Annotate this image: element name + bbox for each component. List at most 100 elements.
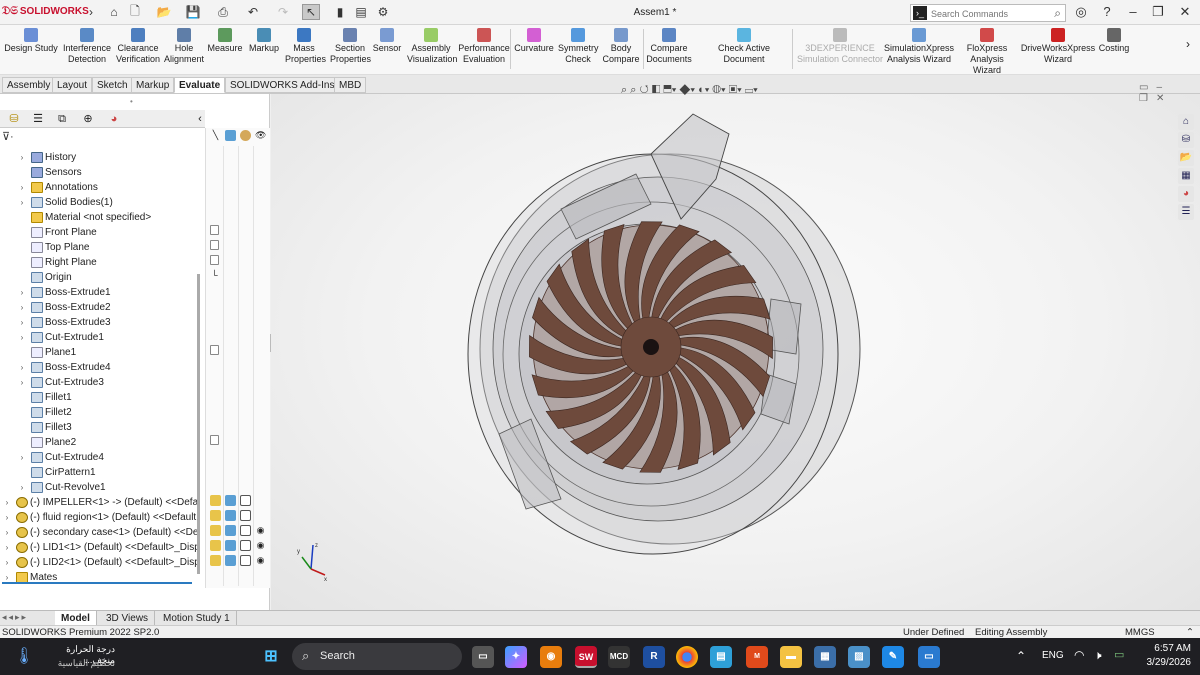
appearance-icon[interactable] <box>225 525 236 536</box>
expand-chevron-icon[interactable]: › <box>3 495 11 510</box>
ribbon-more-chevron-icon[interactable]: › <box>1186 37 1190 51</box>
tree-item[interactable]: Sensors <box>0 165 200 180</box>
ribbon-button-sensor[interactable]: Sensor <box>372 27 402 73</box>
input-language[interactable]: ENG <box>1042 650 1064 661</box>
expand-chevron-icon[interactable]: › <box>18 180 26 195</box>
tab-solidworks-add-ins[interactable]: SOLIDWORKS Add-Ins <box>225 77 340 93</box>
custom-properties-icon[interactable]: ☰ <box>1178 204 1194 220</box>
tree-item[interactable]: Origin <box>0 270 200 285</box>
expand-chevron-icon[interactable]: › <box>18 330 26 345</box>
mcd-app-icon[interactable]: MCD <box>608 646 630 668</box>
tree-item[interactable]: › Cut-Extrude1 <box>0 330 200 345</box>
tree-item[interactable]: Right Plane <box>0 255 200 270</box>
solidworks-logo[interactable]: 𝔇𝔖 SOLIDWORKS <box>2 5 89 18</box>
tree-item[interactable]: Front Plane <box>0 225 200 240</box>
component-state-icon[interactable] <box>210 555 221 566</box>
tree-item[interactable]: Material <not specified> <box>0 210 200 225</box>
tree-item[interactable]: Top Plane <box>0 240 200 255</box>
tree-item[interactable]: › Cut-Revolve1 <box>0 480 200 495</box>
section-view-icon[interactable]: ◧ <box>652 84 660 96</box>
chrome-icon[interactable] <box>676 646 698 668</box>
close-icon[interactable]: ✕ <box>1174 3 1196 21</box>
file-properties-icon[interactable]: ▤ <box>352 4 370 20</box>
bottom-tab-motion-study-1[interactable]: Motion Study 1 <box>157 611 237 626</box>
tab-mbd[interactable]: MBD <box>334 77 367 93</box>
options-gear-icon[interactable]: ⚙ <box>374 4 392 20</box>
expand-chevron-icon[interactable]: › <box>18 480 26 495</box>
ribbon-button-measure[interactable]: Measure <box>207 27 243 73</box>
property-manager-tab-icon[interactable]: ☰ <box>28 111 48 127</box>
tree-item[interactable]: › Boss-Extrude4 <box>0 360 200 375</box>
restore-icon[interactable]: ❐ <box>1147 3 1169 21</box>
tab-evaluate[interactable]: Evaluate <box>174 77 226 93</box>
rollback-bar[interactable] <box>2 582 192 584</box>
tree-item[interactable]: › (-) fluid region<1> (Default) <<Default <box>0 510 200 525</box>
notepad-icon[interactable]: ▤ <box>710 646 732 668</box>
view-palette-icon[interactable]: ▦ <box>1178 168 1194 184</box>
expand-chevron-icon[interactable]: › <box>3 525 11 540</box>
clock-date[interactable]: 3/29/2026 <box>1135 657 1192 668</box>
tree-item[interactable]: › (-) LID2<1> (Default) <<Default>_Disp <box>0 555 200 570</box>
ribbon-button-floxpress-analysis-wizard[interactable]: FloXpress Analysis Wizard <box>955 27 1019 75</box>
tree-item[interactable]: › Solid Bodies(1) <box>0 195 200 210</box>
ribbon-button-performance-evaluation[interactable]: Performance Evaluation <box>458 27 510 73</box>
apply-scene-icon[interactable]: ▣▾ <box>729 84 742 96</box>
ribbon-button-section-properties[interactable]: Section Properties <box>330 27 371 73</box>
eye-icon[interactable]: ◉ <box>255 540 266 551</box>
help-icon[interactable]: ? <box>1096 3 1118 21</box>
expand-chevron-icon[interactable]: › <box>18 375 26 390</box>
view-orientation-icon[interactable]: ⬒▾ <box>663 84 676 96</box>
filter-icon[interactable]: ⊽· <box>2 130 14 143</box>
solidworks-taskbar-icon[interactable]: SW <box>575 646 597 668</box>
file-explorer-icon[interactable]: 📂 <box>1178 150 1194 166</box>
display-mode-icon[interactable] <box>240 555 251 566</box>
zoom-area-icon[interactable]: ⌕ <box>630 84 636 96</box>
expand-chevron-icon[interactable]: › <box>18 315 26 330</box>
graphics-area[interactable]: ⌕ ⌕ ↺ ◧ ⬒▾ ◆▾ ◐▾ ◍▾ ▣▾ ▭▾ ▭–❐✕ ⌂ ⛁ 📂 ▦ ◕… <box>271 82 1200 610</box>
ribbon-button-clearance-verification[interactable]: Clearance Verification <box>116 27 160 73</box>
solidworks-resources-icon[interactable]: ⌂ <box>1178 114 1194 130</box>
expand-chevron-icon[interactable]: › <box>18 450 26 465</box>
expand-chevron-icon[interactable]: › <box>18 150 26 165</box>
tab-layout[interactable]: Layout <box>52 77 93 93</box>
component-state-icon[interactable] <box>210 525 221 536</box>
tree-item[interactable]: › Cut-Extrude3 <box>0 375 200 390</box>
plane-visibility-icon[interactable] <box>210 345 219 355</box>
appearances-scenes-icon[interactable]: ◕ <box>1178 186 1194 202</box>
speaker-icon[interactable]: 🕨 <box>1094 648 1102 663</box>
task-view-icon[interactable]: ▭ <box>472 646 494 668</box>
display-manager-tab-icon[interactable]: ◕ <box>104 111 124 127</box>
file-explorer-taskbar-icon[interactable]: ▬ <box>780 646 802 668</box>
expand-chevron-icon[interactable]: › <box>18 360 26 375</box>
wifi-icon[interactable]: ◠ <box>1074 648 1084 662</box>
ribbon-button-simulationxpress-analysis-wizard[interactable]: SimulationXpress Analysis Wizard <box>884 27 954 73</box>
ribbon-button-symmetry-check[interactable]: Symmetry Check <box>558 27 599 73</box>
tree-scrollbar[interactable] <box>197 274 200 574</box>
previous-view-icon[interactable]: ↺ <box>639 84 648 96</box>
expand-chevron-icon[interactable]: › <box>18 195 26 210</box>
tree-item[interactable]: › Annotations <box>0 180 200 195</box>
appearance-icon[interactable] <box>225 495 236 506</box>
ribbon-button-assembly-visualization[interactable]: Assembly Visualization <box>407 27 457 73</box>
print-icon[interactable]: ⎙ <box>214 4 232 20</box>
component-state-icon[interactable] <box>210 540 221 551</box>
expand-chevron-icon[interactable]: › <box>3 555 11 570</box>
copilot-icon[interactable]: ✦ <box>505 646 527 668</box>
tree-item[interactable]: › Cut-Extrude4 <box>0 450 200 465</box>
assembly-3d-model[interactable] <box>411 104 931 564</box>
display-mode-icon[interactable] <box>240 510 251 521</box>
eye-icon[interactable]: ◉ <box>255 555 266 566</box>
home-icon[interactable]: ⌂ <box>105 4 123 20</box>
tree-item[interactable]: Plane1 <box>0 345 200 360</box>
appearance-icon[interactable] <box>225 555 236 566</box>
matlab-icon[interactable]: M <box>746 646 768 668</box>
ribbon-button-body-compare[interactable]: Body Compare <box>602 27 640 73</box>
ribbon-button-compare-documents[interactable]: Compare Documents <box>646 27 692 73</box>
ribbon-button-markup[interactable]: Markup <box>246 27 282 73</box>
photos-icon[interactable]: ▨ <box>848 646 870 668</box>
plane-visibility-icon[interactable] <box>210 435 219 445</box>
plane-visibility-icon[interactable] <box>210 240 219 250</box>
tree-item[interactable]: › (-) secondary case<1> (Default) <<Def <box>0 525 200 540</box>
plane-visibility-icon[interactable] <box>210 255 219 265</box>
origin-visibility-icon[interactable]: └ <box>209 270 220 281</box>
